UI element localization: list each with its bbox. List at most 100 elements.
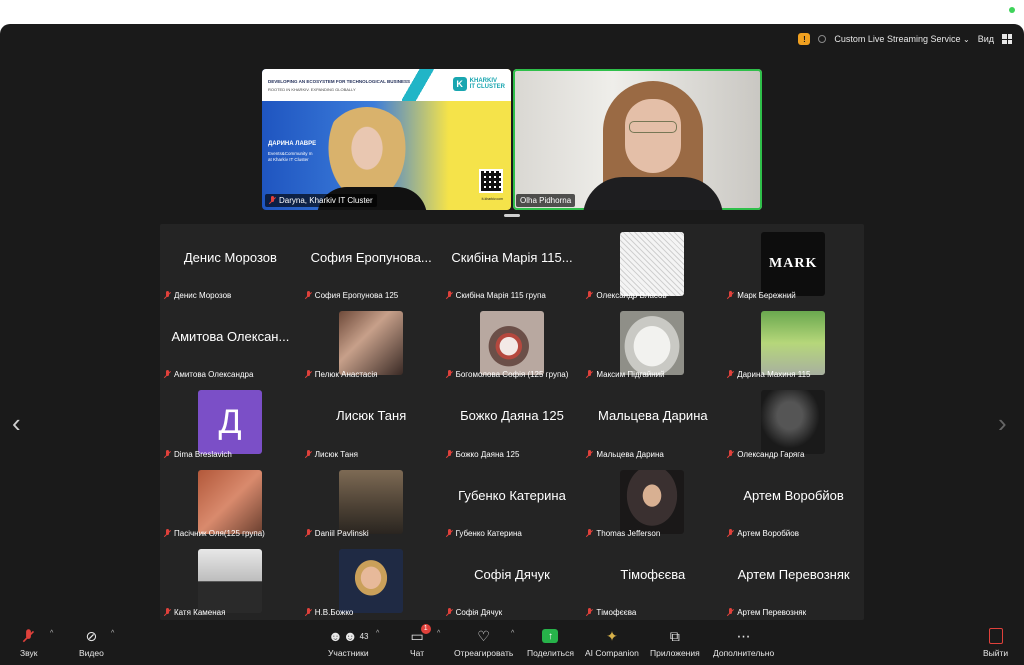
- participant-tile[interactable]: MARK Марк Бережний: [723, 224, 864, 303]
- participant-tile[interactable]: Н.В.Божко: [301, 541, 442, 620]
- participant-label: Thomas Jefferson: [586, 528, 660, 538]
- chevron-down-icon: ⌄: [963, 35, 970, 44]
- participant-label: Артем Перевозняк: [727, 607, 806, 617]
- next-page-arrow-icon[interactable]: ›: [998, 408, 1007, 439]
- participant-avatar: [620, 232, 685, 296]
- participant-tile[interactable]: Артем Воробйов Артем Воробйов: [723, 462, 864, 541]
- slide-url: it-kharkiv.com: [481, 197, 503, 201]
- participant-tile[interactable]: Олександр Власов: [582, 224, 723, 303]
- participant-avatar: Д: [198, 390, 262, 455]
- slide-presenter-name: ДАРИНА ЛАВРЕ: [268, 141, 317, 147]
- participant-display-name: Тімофєєва: [620, 566, 686, 582]
- previous-page-arrow-icon[interactable]: ‹: [12, 408, 21, 439]
- mic-muted-icon: [727, 291, 734, 300]
- mic-muted-icon: [164, 607, 171, 617]
- mic-muted-icon: [446, 291, 453, 300]
- react-options-caret-icon[interactable]: ^: [511, 630, 514, 637]
- participant-tile[interactable]: Максим Підгайний: [582, 303, 723, 382]
- share-screen-icon: ↑: [542, 629, 559, 643]
- mic-muted-icon: [446, 607, 453, 617]
- live-streaming-menu[interactable]: Custom Live Streaming Service ⌄: [834, 34, 969, 44]
- participant-tile[interactable]: Богомолова Софія (125 група): [442, 303, 583, 382]
- participant-tile[interactable]: Тімофєєва Тімофєєва: [582, 541, 723, 620]
- participant-tile[interactable]: Олександр Гаряга: [723, 382, 864, 461]
- participant-label: Н.В.Божко: [305, 607, 353, 617]
- slide-stripe: [402, 69, 442, 101]
- more-button[interactable]: ⋯ Дополнительно: [713, 626, 774, 659]
- chat-button[interactable]: ▭ 1 Чат: [410, 624, 431, 658]
- mic-muted-icon: [305, 449, 312, 459]
- participant-label: Мальцева Дарина: [586, 449, 664, 459]
- participant-display-name: Софія Дячук: [474, 566, 550, 582]
- participant-tile[interactable]: Амитова Олексан... Амитова Олександра: [160, 303, 301, 382]
- mic-muted-icon: [586, 370, 593, 379]
- participant-display-name: Скибіна Марія 115...: [451, 250, 573, 265]
- video-off-icon: ⊘: [85, 627, 98, 644]
- participant-label: Пелюк Анастасія: [305, 370, 377, 379]
- participant-avatar: [761, 390, 826, 455]
- mic-muted-icon: [305, 528, 312, 538]
- participant-label: Olha Pidhorna: [516, 194, 576, 207]
- mic-muted-icon: [23, 628, 34, 643]
- participant-tile[interactable]: Лисюк Таня Лисюк Таня: [301, 382, 442, 461]
- participant-avatar: [338, 548, 403, 613]
- participant-tile[interactable]: Губенко Катерина Губенко Катерина: [442, 462, 583, 541]
- participant-avatar: [761, 311, 826, 376]
- participant-avatar: [338, 311, 403, 376]
- gallery-view: Денис Морозов Денис Морозов София Еропунов…: [160, 224, 864, 620]
- participant-tile[interactable]: Мальцева Дарина Мальцева Дарина: [582, 382, 723, 461]
- participant-tile[interactable]: Пасічник Оля(125 група): [160, 462, 301, 541]
- participant-tile[interactable]: Божко Даяна 125 Божко Даяна 125: [442, 382, 583, 461]
- security-shield-icon[interactable]: !: [798, 33, 811, 45]
- participant-tile[interactable]: Дарина Махиня 115: [723, 303, 864, 382]
- video-button[interactable]: ⊘ Видео: [79, 626, 104, 659]
- share-button[interactable]: ↑ Поделиться: [527, 626, 574, 658]
- participant-display-name: Амитова Олексан...: [171, 329, 290, 345]
- participant-label: Скибіна Марія 115 група: [446, 291, 546, 300]
- participant-label: Софія Дячук: [446, 607, 502, 617]
- participant-tile[interactable]: Софія Дячук Софія Дячук: [442, 541, 583, 620]
- top-bar-controls: ! Custom Live Streaming Service ⌄ Вид: [798, 33, 1012, 45]
- participant-avatar: [338, 469, 403, 534]
- participant-tile[interactable]: Thomas Jefferson: [582, 462, 723, 541]
- participant-tile[interactable]: Артем Перевозняк Артем Перевозняк: [723, 541, 864, 620]
- participants-options-caret-icon[interactable]: ^: [376, 630, 379, 637]
- participant-avatar: [479, 311, 544, 376]
- active-speaker-tile[interactable]: Olha Pidhorna: [513, 69, 762, 210]
- live-stream-icon: [818, 35, 827, 43]
- grid-view-icon[interactable]: [1002, 34, 1012, 44]
- participants-button[interactable]: ☻☻ 43 Участники: [328, 626, 369, 658]
- exit-icon: [988, 628, 1003, 644]
- participant-tile[interactable]: Скибіна Марія 115... Скибіна Марія 115 гр…: [442, 224, 583, 303]
- participant-tile[interactable]: Катя Каменая: [160, 541, 301, 620]
- participant-display-name: Мальцева Дарина: [597, 408, 708, 424]
- mic-muted-icon: [727, 449, 734, 459]
- participant-display-name: Губенко Катерина: [458, 487, 566, 503]
- screen-share-tile[interactable]: DEVELOPING AN ECOSYSTEM FOR TECHNOLOGICA…: [262, 69, 511, 210]
- participant-tile[interactable]: Денис Морозов Денис Морозов: [160, 224, 301, 303]
- audio-options-caret-icon[interactable]: ^: [50, 630, 53, 637]
- participant-tile[interactable]: Daniil Pavlinski: [301, 462, 442, 541]
- view-button[interactable]: Вид: [978, 34, 994, 44]
- apps-button[interactable]: ⧉ Приложения: [650, 626, 700, 659]
- participant-tile[interactable]: София Еропунова... София Еропунова 125: [301, 224, 442, 303]
- ai-companion-button[interactable]: ✦ AI Companion: [585, 626, 639, 659]
- react-button[interactable]: ♡ Отреагировать: [454, 626, 513, 659]
- resize-handle[interactable]: [504, 214, 520, 217]
- participant-tile[interactable]: Д Dima Breslavich: [160, 382, 301, 461]
- mic-muted-icon: [727, 370, 734, 379]
- participant-label: Марк Бережний: [727, 291, 796, 300]
- meeting-toolbar: Звук ^ ⊘ Видео ^ ☻☻ 43 Участники ^ ▭ 1 Ча…: [0, 620, 1024, 665]
- video-options-caret-icon[interactable]: ^: [111, 630, 114, 637]
- participant-tile[interactable]: Пелюк Анастасія: [301, 303, 442, 382]
- leave-button[interactable]: Выйти: [983, 626, 1008, 658]
- kharkiv-it-cluster-logo: K KHARKIV IT CLUSTER: [452, 77, 505, 91]
- chat-options-caret-icon[interactable]: ^: [437, 630, 440, 637]
- mic-muted-icon: [727, 607, 734, 617]
- participant-label: Амитова Олександра: [164, 370, 253, 379]
- participant-label: Максим Підгайний: [586, 370, 665, 379]
- participant-label: Денис Морозов: [164, 291, 231, 300]
- participant-label: Daryna, Kharkiv IT Cluster: [265, 194, 377, 207]
- audio-button[interactable]: Звук: [20, 626, 37, 658]
- mic-muted-icon: [586, 291, 593, 300]
